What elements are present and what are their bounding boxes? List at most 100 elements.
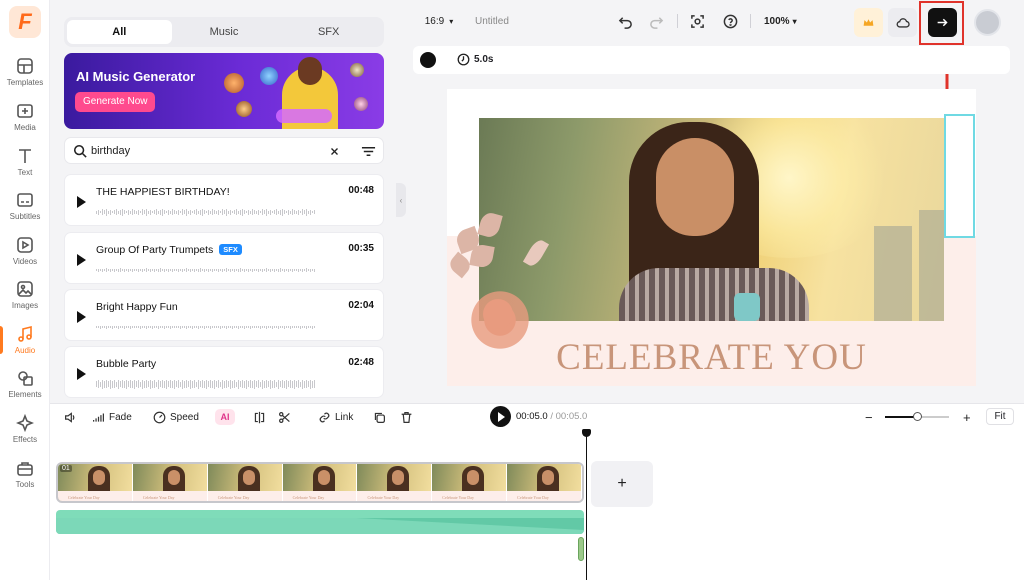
split-button[interactable] [253, 409, 270, 425]
audio-trim-handle[interactable] [578, 537, 584, 561]
play-icon[interactable] [77, 311, 86, 323]
delete-button[interactable] [400, 409, 417, 425]
sidebar-item-tools[interactable]: Tools [0, 452, 50, 496]
help-button[interactable] [721, 10, 739, 32]
speed-label: Speed [170, 411, 199, 423]
playhead-handle[interactable] [582, 429, 591, 437]
audio-track-clip[interactable] [56, 510, 584, 534]
waveform-bar [122, 326, 123, 328]
play-icon[interactable] [77, 196, 86, 208]
video-canvas[interactable]: CELEBRATE YOU [447, 89, 976, 386]
waveform-bar [146, 380, 147, 388]
zoom-slider-handle[interactable] [913, 412, 922, 421]
waveform-bar [256, 269, 257, 271]
list-item[interactable]: THE HAPPIEST BIRTHDAY! 00:48 [64, 174, 384, 226]
sidebar-item-templates[interactable]: Templates [0, 50, 50, 94]
waveform-bar [196, 269, 197, 271]
waveform-bar [96, 381, 97, 387]
volume-icon [65, 411, 75, 423]
timeline-zoom-slider[interactable] [885, 412, 949, 421]
sidebar-item-audio[interactable]: Audio [0, 318, 50, 362]
play-icon[interactable] [77, 254, 86, 266]
waveform-bar [126, 211, 127, 213]
waveform-bar [272, 211, 273, 213]
search-input[interactable] [91, 143, 321, 159]
tab-all[interactable]: All [67, 20, 172, 44]
add-clip-button[interactable]: + [591, 461, 653, 507]
sidebar-item-text[interactable]: Text [0, 140, 50, 184]
redo-button[interactable] [647, 10, 665, 32]
zoom-dropdown[interactable]: 100% ▾ [764, 10, 797, 32]
waveform-bar [144, 326, 145, 328]
waveform-bar [104, 380, 105, 388]
playhead[interactable] [586, 429, 587, 580]
tab-sfx[interactable]: SFX [276, 20, 381, 44]
waveform-bar [294, 269, 295, 271]
generate-now-button[interactable]: Generate Now [75, 92, 156, 112]
duplicate-button[interactable] [373, 409, 390, 425]
undo-button[interactable] [616, 10, 634, 32]
waveform-bar [202, 269, 203, 271]
waveform-bar [98, 326, 99, 328]
volume-button[interactable] [64, 409, 81, 425]
trash-icon [401, 411, 412, 423]
sidebar-item-subtitles[interactable]: Subtitles [0, 184, 50, 228]
premium-button[interactable] [854, 8, 883, 37]
sidebar-item-media[interactable]: Media [0, 95, 50, 139]
selection-frame[interactable] [944, 114, 975, 238]
screen-capture-button[interactable] [688, 10, 706, 32]
canvas-headline[interactable]: CELEBRATE YOU [447, 336, 976, 379]
waveform-bar [232, 380, 233, 388]
app-logo[interactable]: F [9, 6, 41, 38]
zoom-in-button[interactable]: + [963, 409, 971, 425]
waveform-bar [280, 326, 281, 328]
clear-icon[interactable] [330, 147, 339, 156]
project-name[interactable]: Untitled [475, 10, 509, 32]
sidebar-item-videos[interactable]: Videos [0, 229, 50, 273]
duplicate-icon [374, 412, 385, 423]
ai-music-banner[interactable]: AI Music Generator Generate Now [64, 53, 384, 129]
cut-button[interactable] [278, 409, 295, 425]
filter-icon[interactable] [361, 144, 376, 159]
sidebar-item-elements[interactable]: Elements [0, 362, 50, 406]
cloud-save-button[interactable] [888, 8, 917, 37]
waveform-bar [204, 325, 205, 329]
aspect-ratio-dropdown[interactable]: 16:9 ▾ [420, 10, 458, 32]
waveform-bar [110, 379, 111, 389]
waveform-bar [234, 210, 235, 214]
arrow-right-icon [937, 18, 948, 27]
waveform-bar [142, 379, 143, 389]
waveform-bar [204, 268, 205, 272]
fade-button[interactable]: Fade [92, 409, 132, 425]
zoom-out-button[interactable]: − [865, 409, 873, 425]
list-item[interactable]: Group Of Party Trumpets SFX 00:35 [64, 232, 384, 284]
list-item[interactable]: Bright Happy Fun 02:04 [64, 289, 384, 341]
media-icon [17, 104, 33, 118]
sidebar-item-label: Media [14, 123, 36, 132]
avatar[interactable] [974, 9, 1001, 36]
link-button[interactable]: Link [318, 409, 353, 425]
duration-control[interactable]: 5.0s [457, 53, 493, 66]
speed-button[interactable]: Speed [153, 409, 199, 425]
video-track-clip[interactable]: 01 Celebrate Your Day Celebrate Your Day C… [56, 462, 584, 503]
collapse-panel-button[interactable]: ‹ [396, 183, 406, 217]
waveform-bar [168, 381, 169, 387]
sidebar-item-images[interactable]: Images [0, 273, 50, 317]
waveform-bar [136, 210, 137, 214]
background-color-swatch[interactable] [420, 52, 436, 68]
waveform-bar [194, 380, 195, 388]
play-button[interactable] [490, 406, 511, 427]
thumbnail-caption: Celebrate Your Day [217, 495, 250, 500]
list-item[interactable]: Bubble Party 02:48 [64, 346, 384, 398]
waveform-bar [180, 269, 181, 271]
waveform-bar [182, 326, 183, 328]
waveform-bar [302, 379, 303, 389]
export-button[interactable] [928, 8, 957, 37]
fit-button[interactable]: Fit [986, 408, 1014, 425]
play-icon[interactable] [77, 368, 86, 380]
tab-music[interactable]: Music [172, 20, 277, 44]
canvas-photo[interactable] [479, 118, 944, 321]
waveform-bar [242, 269, 243, 271]
sidebar-item-effects[interactable]: Effects [0, 407, 50, 451]
ai-tools-button[interactable]: AI [215, 409, 235, 425]
